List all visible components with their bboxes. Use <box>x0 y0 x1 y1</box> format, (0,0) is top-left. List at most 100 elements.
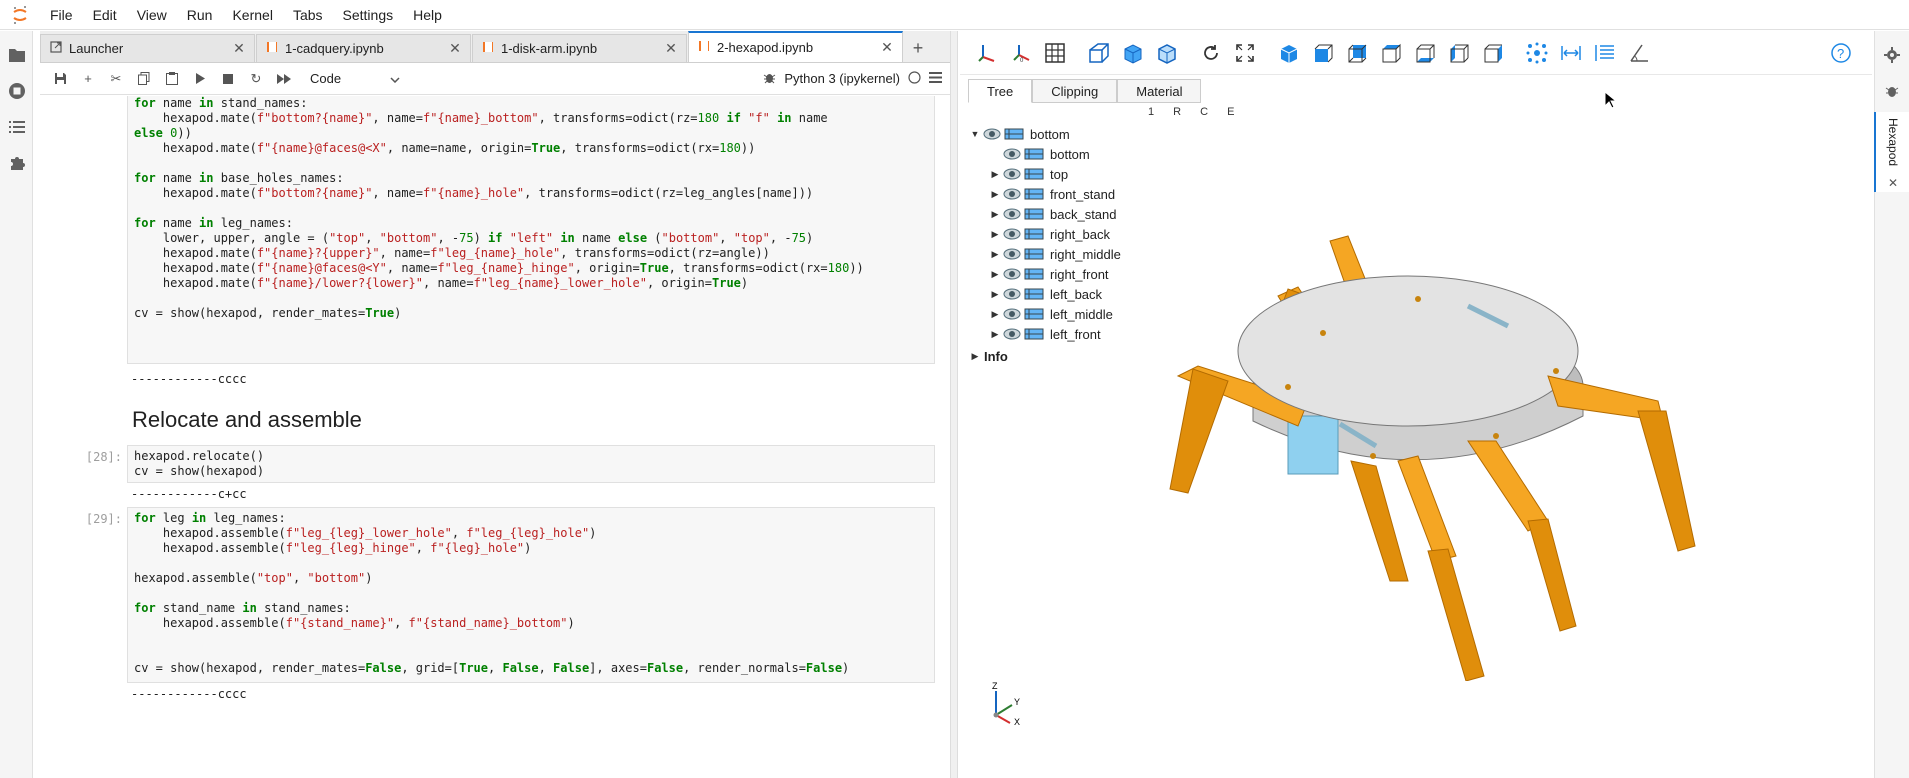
eye-icon[interactable] <box>1002 248 1022 260</box>
caret-right-icon[interactable]: ▶ <box>988 309 1002 320</box>
shape-icon[interactable] <box>1022 327 1046 341</box>
front-view-icon[interactable] <box>1306 38 1340 68</box>
tab-2-hexapod[interactable]: 2-hexapod.ipynb ✕ <box>688 31 903 62</box>
menu-kernel[interactable]: Kernel <box>222 0 282 30</box>
add-cell-icon[interactable]: + <box>74 66 102 92</box>
close-icon[interactable]: ✕ <box>1888 176 1898 190</box>
shape-icon[interactable] <box>1022 147 1046 161</box>
caret-down-icon[interactable]: ▼ <box>968 129 982 139</box>
caret-right-icon[interactable]: ▶ <box>988 229 1002 240</box>
debugger-icon[interactable] <box>1875 73 1908 109</box>
tab-clipping[interactable]: Clipping <box>1032 79 1118 103</box>
shape-icon[interactable] <box>1022 307 1046 321</box>
eye-icon[interactable] <box>1002 148 1022 160</box>
cell-type-select[interactable]: Code <box>310 71 400 86</box>
bug-icon[interactable] <box>763 71 776 87</box>
run-icon[interactable] <box>186 66 214 92</box>
extension-icon[interactable] <box>0 145 33 181</box>
menu-view[interactable]: View <box>127 0 177 30</box>
caret-right-icon[interactable]: ▶ <box>988 269 1002 280</box>
axes-origin-icon[interactable]: 0 <box>1004 38 1038 68</box>
caret-right-icon[interactable]: ▶ <box>988 249 1002 260</box>
code-editor[interactable]: for name in stand_names: hexapod.mate(f"… <box>127 96 935 364</box>
tab-1-cadquery[interactable]: 1-cadquery.ipynb ✕ <box>256 34 471 62</box>
bottom-view-icon[interactable] <box>1408 38 1442 68</box>
transparent-icon[interactable] <box>1116 38 1150 68</box>
shape-icon[interactable] <box>1022 247 1046 261</box>
code-editor[interactable]: for leg in leg_names: hexapod.assemble(f… <box>127 507 935 683</box>
kernel-name[interactable]: Python 3 (ipykernel) <box>784 71 900 86</box>
caret-right-icon[interactable]: ▶ <box>988 169 1002 180</box>
panel-splitter[interactable] <box>950 31 958 778</box>
reset-icon[interactable] <box>1194 38 1228 68</box>
fast-forward-icon[interactable] <box>270 66 298 92</box>
folder-icon[interactable] <box>0 37 33 73</box>
code-editor[interactable]: hexapod.relocate() cv = show(hexapod) <box>127 445 935 483</box>
black-edges-icon[interactable] <box>1150 38 1184 68</box>
restart-icon[interactable]: ↻ <box>242 66 270 92</box>
tab-tree[interactable]: Tree <box>968 79 1033 103</box>
settings-icon[interactable] <box>1875 37 1908 73</box>
tree-item-top[interactable]: ▶ top <box>968 164 1208 184</box>
tree-item-bottom[interactable]: bottom <box>968 144 1208 164</box>
save-icon[interactable] <box>46 66 74 92</box>
iso-view-icon[interactable] <box>1272 38 1306 68</box>
tab-material[interactable]: Material <box>1117 79 1202 103</box>
cut-icon[interactable]: ✂ <box>102 66 130 92</box>
left-view-icon[interactable] <box>1442 38 1476 68</box>
caret-right-icon[interactable]: ▶ <box>988 289 1002 300</box>
right-view-icon[interactable] <box>1476 38 1510 68</box>
copy-icon[interactable] <box>130 66 158 92</box>
shape-icon[interactable] <box>1022 167 1046 181</box>
eye-icon[interactable] <box>1002 308 1022 320</box>
tab-1-disk-arm[interactable]: 1-disk-arm.ipynb ✕ <box>472 34 687 62</box>
hexapod-model[interactable] <box>1118 201 1738 681</box>
jupyter-logo-icon[interactable] <box>0 0 40 30</box>
tree-root[interactable]: ▼ bottom <box>968 124 1208 144</box>
shape-icon[interactable] <box>1002 127 1026 141</box>
fit-icon[interactable] <box>1228 38 1262 68</box>
shape-icon[interactable] <box>1022 227 1046 241</box>
caret-right-icon[interactable]: ▶ <box>988 209 1002 220</box>
menu-tabs[interactable]: Tabs <box>283 0 333 30</box>
tab-launcher[interactable]: Launcher ✕ <box>40 34 255 62</box>
grid-icon[interactable] <box>1038 38 1072 68</box>
close-icon[interactable]: ✕ <box>448 40 462 57</box>
menu-run[interactable]: Run <box>177 0 223 30</box>
menu-settings[interactable]: Settings <box>333 0 404 30</box>
shape-icon[interactable] <box>1022 267 1046 281</box>
eye-icon[interactable] <box>1002 188 1022 200</box>
paste-icon[interactable] <box>158 66 186 92</box>
axes-icon[interactable] <box>970 38 1004 68</box>
help-icon[interactable]: ? <box>1824 38 1858 68</box>
eye-icon[interactable] <box>982 128 1002 140</box>
perspective-icon[interactable] <box>1082 38 1116 68</box>
eye-icon[interactable] <box>1002 168 1022 180</box>
rear-view-icon[interactable] <box>1340 38 1374 68</box>
top-view-icon[interactable] <box>1374 38 1408 68</box>
distance-icon[interactable] <box>1554 38 1588 68</box>
shape-icon[interactable] <box>1022 207 1046 221</box>
explode-icon[interactable] <box>1520 38 1554 68</box>
menu-help[interactable]: Help <box>403 0 452 30</box>
caret-right-icon[interactable]: ▶ <box>988 329 1002 340</box>
eye-icon[interactable] <box>1002 228 1022 240</box>
angle-icon[interactable] <box>1622 38 1656 68</box>
close-icon[interactable]: ✕ <box>664 40 678 57</box>
menu-edit[interactable]: Edit <box>83 0 127 30</box>
menu-file[interactable]: File <box>40 0 83 30</box>
close-icon[interactable]: ✕ <box>880 39 894 56</box>
eye-icon[interactable] <box>1002 288 1022 300</box>
eye-icon[interactable] <box>1002 208 1022 220</box>
toc-icon[interactable] <box>0 109 33 145</box>
eye-icon[interactable] <box>1002 268 1022 280</box>
properties-icon[interactable] <box>1588 38 1622 68</box>
menu-icon[interactable] <box>929 71 942 86</box>
running-icon[interactable] <box>0 73 33 109</box>
hexapod-side-tab[interactable]: Hexapod ✕ <box>1874 112 1909 192</box>
close-icon[interactable]: ✕ <box>232 40 246 57</box>
caret-right-icon[interactable]: ▶ <box>968 351 982 362</box>
eye-icon[interactable] <box>1002 328 1022 340</box>
stop-icon[interactable] <box>214 66 242 92</box>
caret-right-icon[interactable]: ▶ <box>988 189 1002 200</box>
